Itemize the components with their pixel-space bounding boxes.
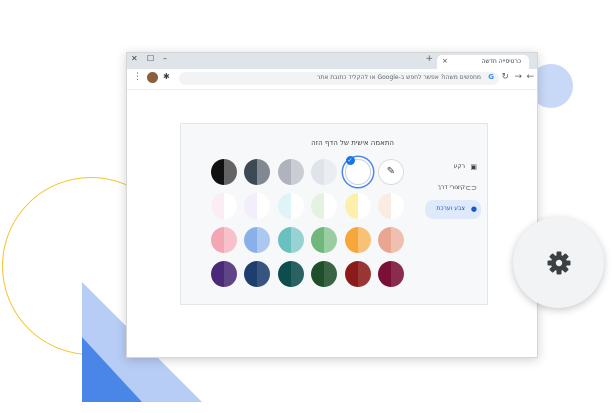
custom-color-swatch[interactable]: ✎ <box>378 159 404 185</box>
color-swatch[interactable] <box>244 159 270 185</box>
color-swatch[interactable] <box>311 227 337 253</box>
sidebar-item-background[interactable]: ▣ רקע <box>425 158 481 177</box>
palette-icon: ● <box>470 205 477 213</box>
close-tab-icon[interactable]: × <box>442 57 448 65</box>
color-swatch[interactable] <box>378 193 404 219</box>
color-swatch[interactable] <box>210 193 237 219</box>
address-bar[interactable]: מחפשים משהו? אפשר לחפש ב-Google או להקלי… <box>179 72 499 85</box>
color-swatch[interactable] <box>244 227 270 253</box>
avatar[interactable] <box>147 72 158 83</box>
tab-strip: ✕ ☐ – + × כרטיסייה חדשה <box>127 53 537 69</box>
extensions-icon[interactable]: ✱ <box>163 72 170 81</box>
tab-new-tab[interactable]: × כרטיסייה חדשה <box>437 55 529 69</box>
color-swatch[interactable] <box>344 261 371 287</box>
address-bar-placeholder: מחפשים משהו? אפשר לחפש ב-Google או להקלי… <box>317 74 481 81</box>
color-swatch[interactable] <box>210 261 237 287</box>
maximize-window-icon[interactable]: ☐ <box>147 54 154 63</box>
new-tab-button[interactable]: + <box>425 54 433 64</box>
color-swatch[interactable] <box>344 227 371 253</box>
close-window-icon[interactable]: ✕ <box>131 54 138 63</box>
sidebar-item-label: צבע וערכת <box>436 205 465 212</box>
sidebar-item-label: קיצורי דרך <box>437 184 465 191</box>
color-swatch[interactable] <box>378 227 404 253</box>
color-swatch[interactable] <box>277 159 304 185</box>
color-swatch[interactable] <box>277 193 304 219</box>
color-swatch[interactable] <box>378 261 404 287</box>
color-swatch[interactable] <box>244 193 270 219</box>
pencil-icon: ✎ <box>386 166 396 177</box>
sidebar-item-color-theme[interactable]: ● צבע וערכת <box>425 200 481 219</box>
selected-check-icon: ✓ <box>345 156 355 165</box>
color-swatch[interactable] <box>311 261 337 287</box>
settings-bubble[interactable] <box>513 217 604 308</box>
color-swatch[interactable] <box>244 261 270 287</box>
browser-window: ✕ ☐ – + × כרטיסייה חדשה ⋮ ✱ מחפשים משהו?… <box>126 52 538 358</box>
color-swatch[interactable] <box>277 227 304 253</box>
image-icon: ▣ <box>470 163 477 171</box>
minimize-window-icon[interactable]: – <box>163 54 167 63</box>
browser-toolbar: ⋮ ✱ מחפשים משהו? אפשר לחפש ב-Google או ל… <box>127 69 537 90</box>
gear-icon <box>547 251 571 275</box>
back-icon[interactable]: ← <box>526 72 534 82</box>
color-swatch[interactable] <box>210 227 237 253</box>
reload-icon[interactable]: ↻ <box>501 72 509 82</box>
forward-icon[interactable]: → <box>514 72 522 82</box>
color-swatch[interactable] <box>311 159 337 185</box>
sidebar-item-label: רקע <box>453 163 465 170</box>
customize-panel: התאמה אישית של הדף הזה ▣ רקע ⊂⊃ קיצורי ד… <box>180 123 488 305</box>
tab-title: כרטיסייה חדשה <box>481 58 521 65</box>
panel-title: התאמה אישית של הדף הזה <box>311 139 394 147</box>
customize-sidebar: ▣ רקע ⊂⊃ קיצורי דרך ● צבע וערכת <box>425 158 481 221</box>
color-swatch[interactable] <box>344 193 371 219</box>
color-swatch[interactable] <box>277 261 304 287</box>
google-g-icon: G <box>488 73 494 81</box>
menu-kebab-icon[interactable]: ⋮ <box>133 72 142 82</box>
color-swatch[interactable] <box>311 193 337 219</box>
link-icon: ⊂⊃ <box>465 184 477 192</box>
sidebar-item-shortcuts[interactable]: ⊂⊃ קיצורי דרך <box>425 179 481 198</box>
color-swatch[interactable] <box>210 159 237 185</box>
